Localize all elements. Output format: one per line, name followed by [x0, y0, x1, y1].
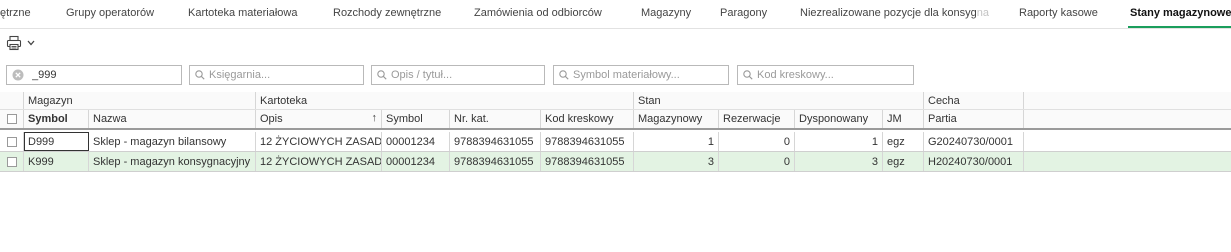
- cell-rezerwacje[interactable]: 0: [719, 132, 795, 151]
- col-header-nr-kat[interactable]: Nr. kat.: [450, 110, 541, 128]
- tab-niezrealizowane-label: Niezrealizowane pozycje dla konsyg: [800, 7, 977, 19]
- cell-magazynowy[interactable]: 3: [634, 152, 719, 171]
- tab-rozchody-wewnetrzne[interactable]: ętrzne: [0, 7, 31, 19]
- cell-nazwa[interactable]: Sklep - magazyn bilansowy: [89, 132, 256, 151]
- col-header-symbol-material[interactable]: Symbol: [382, 110, 450, 128]
- cell-opis[interactable]: 12 ŻYCIOWYCH ZASAD: [256, 132, 382, 151]
- row-checkbox[interactable]: [6, 136, 17, 147]
- magazyn-input[interactable]: [24, 66, 181, 84]
- col-header-dysponowany[interactable]: Dysponowany: [795, 110, 883, 128]
- cell-partia[interactable]: H20240730/0001: [924, 152, 1024, 171]
- col-header-opis-label: Opis: [260, 113, 283, 125]
- tab-niezrealizowane-pozycje[interactable]: Niezrealizowane pozycje dla konsygna: [800, 7, 989, 19]
- opis-input[interactable]: [387, 66, 544, 84]
- cell-kod-kreskowy[interactable]: 9788394631055: [541, 132, 634, 151]
- tab-raporty-kasowe[interactable]: Raporty kasowe: [1019, 7, 1098, 19]
- active-tab-indicator: [1128, 26, 1231, 28]
- group-header-stan: Stan: [634, 92, 924, 109]
- tab-kartoteka-materialowa[interactable]: Kartoteka materiałowa: [188, 7, 297, 19]
- tab-rozchody-zewnetrzne[interactable]: Rozchody zewnętrzne: [333, 7, 441, 19]
- search-icon: [377, 70, 387, 80]
- chevron-down-icon: [27, 40, 35, 46]
- col-header-opis[interactable]: Opis ↑: [256, 110, 382, 128]
- cell-nazwa[interactable]: Sklep - magazyn konsygnacyjny: [89, 152, 256, 171]
- column-header-row: Symbol Nazwa Opis ↑ Symbol Nr. kat. Kod …: [0, 110, 1231, 130]
- col-header-nazwa[interactable]: Nazwa: [89, 110, 256, 128]
- tab-stany-magazynowe[interactable]: Stany magazynowe: [1130, 7, 1231, 19]
- col-header-magazynowy[interactable]: Magazynowy: [634, 110, 719, 128]
- col-header-jm[interactable]: JM: [883, 110, 924, 128]
- group-header-kartoteka: Kartoteka: [256, 92, 634, 109]
- search-icon: [195, 70, 205, 80]
- cell-opis[interactable]: 12 ŻYCIOWYCH ZASAD: [256, 152, 382, 171]
- search-icon: [559, 70, 569, 80]
- cell-nr-kat[interactable]: 9788394631055: [450, 132, 541, 151]
- ksiegarnia-filter: [189, 65, 364, 85]
- table-row[interactable]: D999 Sklep - magazyn bilansowy 12 ŻYCIOW…: [0, 132, 1231, 152]
- group-header-cecha: Cecha: [924, 92, 1024, 109]
- search-icon: [743, 70, 753, 80]
- ksiegarnia-input[interactable]: [205, 66, 363, 84]
- col-header-rezerwacje[interactable]: Rezerwacje: [719, 110, 795, 128]
- kod-filter: [737, 65, 914, 85]
- tab-magazyny[interactable]: Magazyny: [641, 7, 691, 19]
- tab-niezrealizowane-label-faded: na: [976, 7, 989, 19]
- print-button[interactable]: [6, 33, 44, 53]
- select-all-checkbox-cell: [0, 110, 24, 128]
- kod-input[interactable]: [753, 66, 913, 84]
- row-checkbox[interactable]: [6, 156, 17, 167]
- cell-rezerwacje[interactable]: 0: [719, 152, 795, 171]
- printer-icon: [6, 35, 22, 51]
- cell-dysponowany[interactable]: 3: [795, 152, 883, 171]
- sort-ascending-icon: ↑: [371, 112, 378, 124]
- tab-bar: ętrzne Grupy operatorów Kartoteka materi…: [0, 0, 1231, 29]
- opis-filter: [371, 65, 545, 85]
- magazyn-filter: [6, 65, 182, 85]
- cell-symbol-material[interactable]: 00001234: [382, 132, 450, 151]
- tab-paragony[interactable]: Paragony: [720, 7, 767, 19]
- cell-nr-kat[interactable]: 9788394631055: [450, 152, 541, 171]
- cell-symbol[interactable]: D999: [24, 132, 89, 151]
- symbol-input[interactable]: [569, 66, 728, 84]
- select-all-checkbox[interactable]: [6, 114, 17, 124]
- cell-partia[interactable]: G20240730/0001: [924, 132, 1024, 151]
- cell-magazynowy[interactable]: 1: [634, 132, 719, 151]
- group-header-spacer: [0, 92, 24, 109]
- cell-symbol-material[interactable]: 00001234: [382, 152, 450, 171]
- col-header-kod-kreskowy[interactable]: Kod kreskowy: [541, 110, 634, 128]
- col-header-symbol[interactable]: Symbol: [24, 110, 89, 128]
- cell-dysponowany[interactable]: 1: [795, 132, 883, 151]
- cell-jm[interactable]: egz: [883, 132, 924, 151]
- cell-jm[interactable]: egz: [883, 152, 924, 171]
- group-header-row: Magazyn Kartoteka Stan Cecha: [0, 92, 1231, 110]
- row-checkbox-cell: [0, 132, 24, 151]
- cell-kod-kreskowy[interactable]: 9788394631055: [541, 152, 634, 171]
- tab-grupy-operatorow[interactable]: Grupy operatorów: [66, 7, 154, 19]
- clear-icon[interactable]: [12, 69, 24, 81]
- table-row[interactable]: K999 Sklep - magazyn konsygnacyjny 12 ŻY…: [0, 152, 1231, 172]
- row-checkbox-cell: [0, 152, 24, 171]
- col-header-partia[interactable]: Partia: [924, 110, 1024, 128]
- tab-zamowienia-od-odbiorcow[interactable]: Zamówienia od odbiorców: [474, 7, 602, 19]
- group-header-magazyn: Magazyn: [24, 92, 256, 109]
- symbol-filter: [553, 65, 729, 85]
- cell-symbol[interactable]: K999: [24, 152, 89, 171]
